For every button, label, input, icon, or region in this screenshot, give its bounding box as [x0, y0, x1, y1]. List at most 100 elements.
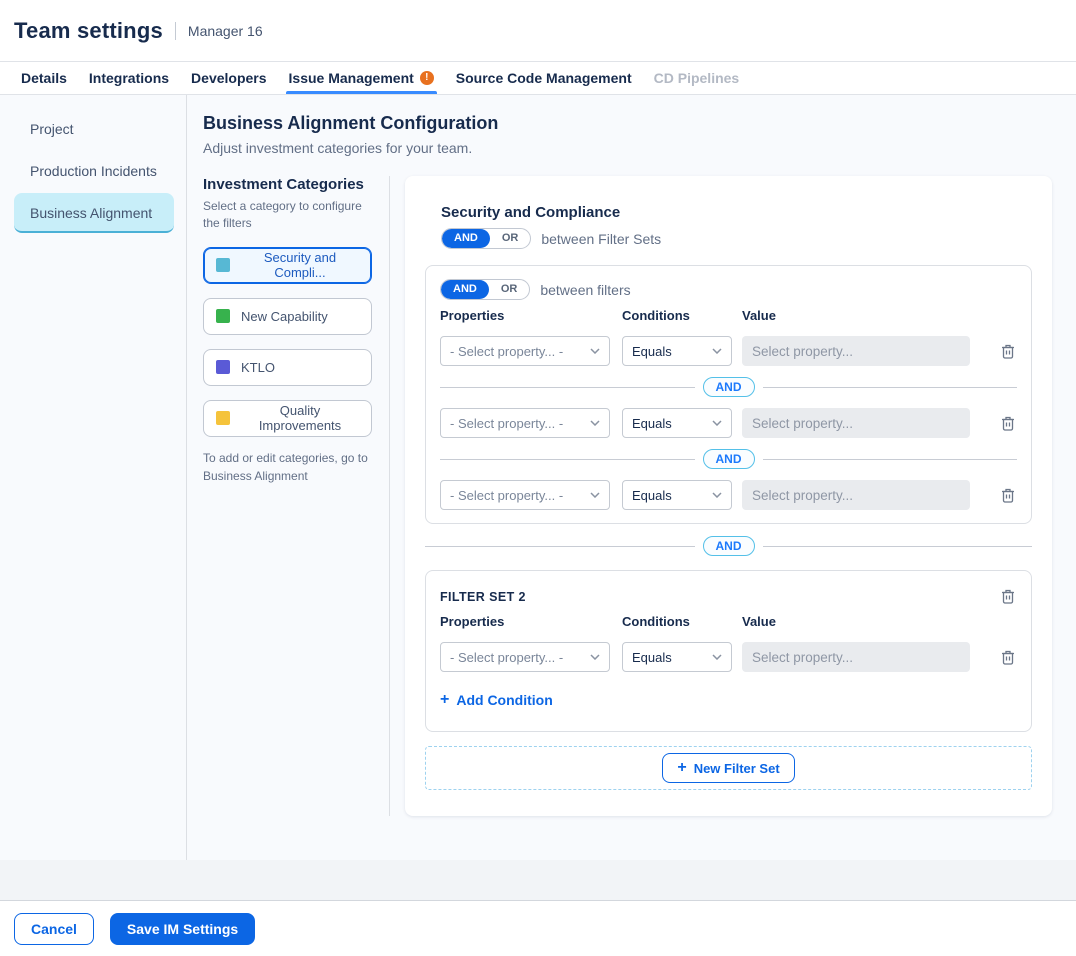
trash-icon	[1001, 649, 1015, 665]
plus-icon: +	[440, 692, 449, 708]
filter-set-2-title: FILTER SET 2	[440, 586, 526, 604]
property-select[interactable]: - Select property... -	[440, 336, 610, 366]
new-filter-set-dropzone: + New Filter Set	[425, 746, 1032, 790]
conditions-header: Conditions	[622, 614, 742, 629]
condition-row: - Select property... - Equals	[440, 480, 1017, 510]
category-color-swatch	[216, 411, 230, 425]
category-color-swatch	[216, 258, 230, 272]
tab-cd-pipelines: CD Pipelines	[643, 62, 751, 94]
page-header: Team settings Manager 16	[0, 0, 1076, 62]
new-filter-set-button[interactable]: + New Filter Set	[662, 753, 794, 783]
footer-strip	[0, 860, 1076, 901]
chevron-down-icon	[590, 348, 600, 354]
filter-set-2: FILTER SET 2 Properties Conditions Value	[425, 570, 1032, 732]
categories-title: Investment Categories	[203, 176, 372, 193]
section-title: Business Alignment Configuration	[203, 113, 1052, 134]
condition-select[interactable]: Equals	[622, 336, 732, 366]
chevron-down-icon	[712, 420, 722, 426]
save-im-settings-button[interactable]: Save IM Settings	[110, 913, 255, 945]
filter-set-1: AND OR between filters Properties Condit…	[425, 265, 1032, 524]
trash-icon	[1001, 343, 1015, 359]
value-header: Value	[742, 614, 1017, 629]
condition-row: - Select property... - Equals	[440, 408, 1017, 438]
tab-integrations[interactable]: Integrations	[78, 62, 180, 94]
column-headers: Properties Conditions Value	[440, 308, 1017, 323]
category-color-swatch	[216, 309, 230, 323]
value-input[interactable]	[742, 408, 970, 438]
settings-sidebar: Project Production Incidents Business Al…	[0, 95, 187, 860]
between-filter-sets-toggle[interactable]: AND OR	[441, 228, 531, 249]
and-option[interactable]: AND	[442, 229, 490, 248]
trash-icon	[1001, 588, 1015, 604]
filters-panel-column: Security and Compliance AND OR between F…	[390, 176, 1052, 816]
condition-select[interactable]: Equals	[622, 642, 732, 672]
team-name: Manager 16	[188, 23, 263, 39]
value-header: Value	[742, 308, 1017, 323]
value-input[interactable]	[742, 642, 970, 672]
between-filters-label: between filters	[540, 282, 630, 298]
and-option[interactable]: AND	[441, 280, 489, 299]
and-connector: AND	[440, 377, 1017, 397]
chevron-down-icon	[712, 654, 722, 660]
selected-category-title: Security and Compliance	[441, 204, 1032, 221]
team-settings-page: Team settings Manager 16 Details Integra…	[0, 0, 1076, 956]
property-select[interactable]: - Select property... -	[440, 642, 610, 672]
page-title: Team settings	[14, 18, 163, 44]
property-select[interactable]: - Select property... -	[440, 408, 610, 438]
value-input[interactable]	[742, 480, 970, 510]
condition-row: - Select property... - Equals	[440, 336, 1017, 366]
delete-condition-button[interactable]	[999, 341, 1017, 361]
property-select[interactable]: - Select property... -	[440, 480, 610, 510]
add-condition-button[interactable]: + Add Condition	[440, 692, 553, 708]
chevron-down-icon	[590, 654, 600, 660]
delete-condition-button[interactable]	[999, 485, 1017, 505]
investment-categories-panel: Investment Categories Select a category …	[203, 176, 390, 816]
chevron-down-icon	[712, 348, 722, 354]
and-connector: AND	[440, 449, 1017, 469]
footer-actions: Cancel Save IM Settings	[0, 901, 1076, 956]
value-input[interactable]	[742, 336, 970, 366]
trash-icon	[1001, 415, 1015, 431]
trash-icon	[1001, 487, 1015, 503]
condition-select[interactable]: Equals	[622, 480, 732, 510]
delete-filter-set-button[interactable]	[999, 586, 1017, 606]
between-filter-sets-label: between Filter Sets	[541, 231, 661, 247]
or-option[interactable]: OR	[489, 280, 530, 299]
category-ktlo[interactable]: KTLO	[203, 349, 372, 386]
sidebar-item-production-incidents[interactable]: Production Incidents	[14, 151, 174, 191]
tab-source-code-management[interactable]: Source Code Management	[445, 62, 643, 94]
conditions-header: Conditions	[622, 308, 742, 323]
header-divider	[175, 22, 176, 40]
between-sets-and-connector: AND	[425, 536, 1032, 556]
delete-condition-button[interactable]	[999, 413, 1017, 433]
main-content: Business Alignment Configuration Adjust …	[187, 95, 1076, 860]
between-filters-toggle[interactable]: AND OR	[440, 279, 530, 300]
condition-row: - Select property... - Equals	[440, 642, 1017, 672]
settings-tabbar: Details Integrations Developers Issue Ma…	[0, 62, 1076, 95]
category-new-capability[interactable]: New Capability	[203, 298, 372, 335]
warning-badge-icon: !	[420, 71, 434, 85]
or-option[interactable]: OR	[490, 229, 531, 248]
tab-content: Project Production Incidents Business Al…	[0, 95, 1076, 860]
tab-issue-management[interactable]: Issue Management !	[278, 62, 445, 94]
category-security-and-compliance[interactable]: Security and Compli...	[203, 247, 372, 284]
chevron-down-icon	[712, 492, 722, 498]
plus-icon: +	[677, 760, 686, 776]
section-subtitle: Adjust investment categories for your te…	[203, 140, 1052, 156]
category-quality-improvements[interactable]: Quality Improvements	[203, 400, 372, 437]
properties-header: Properties	[440, 614, 622, 629]
chevron-down-icon	[590, 420, 600, 426]
categories-note: To add or edit categories, go to Busines…	[203, 449, 372, 485]
column-headers: Properties Conditions Value	[440, 614, 1017, 629]
delete-condition-button[interactable]	[999, 647, 1017, 667]
sidebar-item-business-alignment[interactable]: Business Alignment	[14, 193, 174, 233]
tab-details[interactable]: Details	[10, 62, 78, 94]
categories-hint: Select a category to configure the filte…	[203, 198, 372, 233]
condition-select[interactable]: Equals	[622, 408, 732, 438]
sidebar-item-project[interactable]: Project	[14, 109, 174, 149]
cancel-button[interactable]: Cancel	[14, 913, 94, 945]
category-filters-panel: Security and Compliance AND OR between F…	[405, 176, 1052, 816]
chevron-down-icon	[590, 492, 600, 498]
category-color-swatch	[216, 360, 230, 374]
tab-developers[interactable]: Developers	[180, 62, 277, 94]
